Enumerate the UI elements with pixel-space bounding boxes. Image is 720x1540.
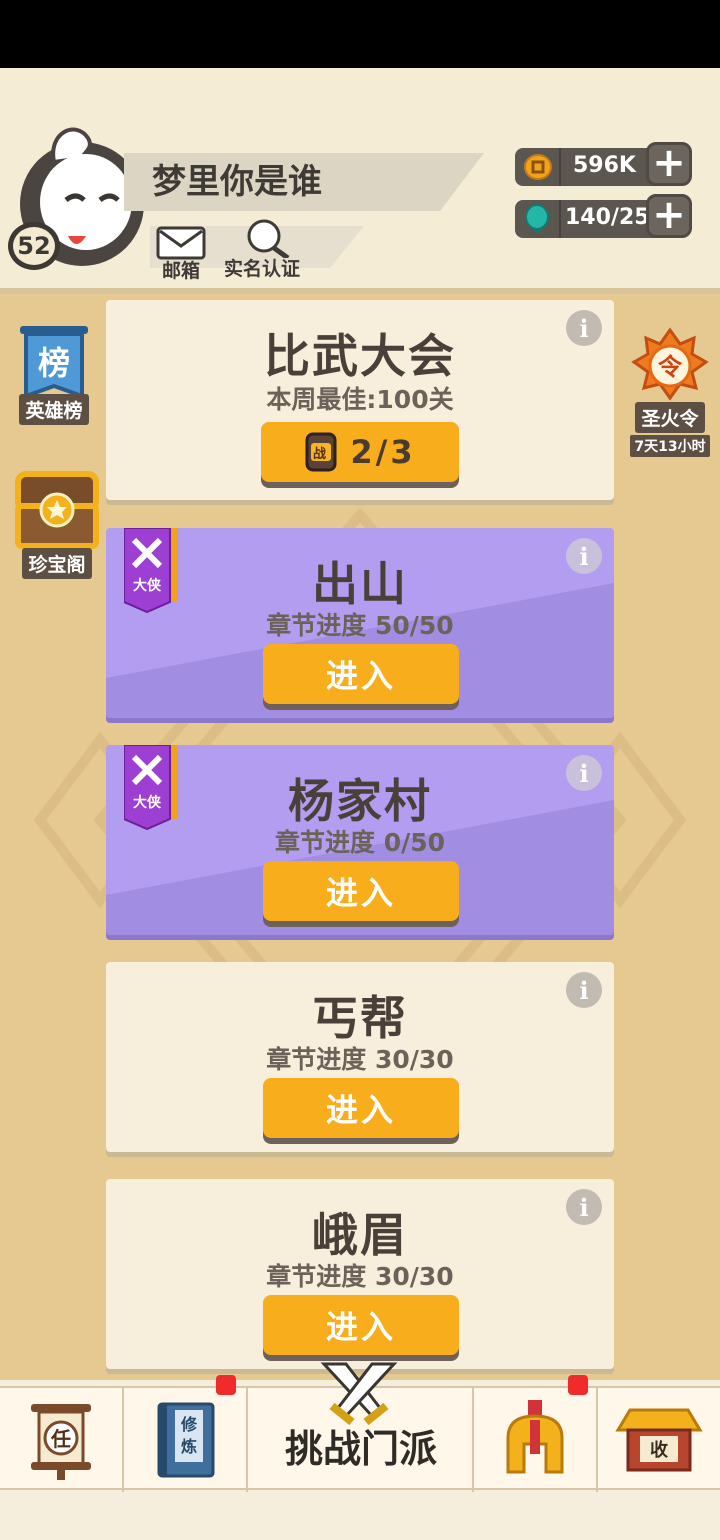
ticket-glyph: 战 xyxy=(313,446,329,462)
chapter-title: 出山 xyxy=(312,557,408,611)
add-gem-button[interactable]: + xyxy=(646,194,692,238)
chapter-title: 杨家村 xyxy=(288,774,432,828)
enter-button[interactable]: 进入 xyxy=(263,1295,459,1355)
hero-ranking-button[interactable]: 榜 英雄榜 xyxy=(16,326,92,425)
chapter-card[interactable]: i 峨眉 章节进度 30/30 进入 xyxy=(106,1179,614,1369)
mail-button[interactable]: 邮箱 xyxy=(156,226,206,283)
level-badge: 52 xyxy=(8,222,60,270)
mail-label: 邮箱 xyxy=(161,260,200,282)
enter-button[interactable]: 进入 xyxy=(263,1078,459,1138)
notification-dot xyxy=(568,1375,588,1395)
coin-bar: 596K xyxy=(515,148,665,186)
treasure-pavilion-label: 珍宝阁 xyxy=(22,548,92,579)
tasks-glyph: 任 xyxy=(50,1427,71,1451)
chapter-progress: 章节进度 0/50 xyxy=(274,828,446,857)
collection-glyph: 收 xyxy=(650,1439,668,1461)
nav-tasks[interactable]: 任 xyxy=(0,1388,124,1492)
tournament-card[interactable]: i 比武大会 本周最佳:100关 战 2/3 xyxy=(106,300,614,500)
nav-training[interactable]: 修 炼 xyxy=(124,1388,248,1492)
mail-icon xyxy=(156,226,206,260)
helmet-icon xyxy=(506,1400,564,1474)
sacred-flame-timer: 7天13小时 xyxy=(630,435,710,457)
notification-dot xyxy=(216,1375,236,1395)
chapter-card[interactable]: 大侠 i 杨家村 章节进度 0/50 进入 xyxy=(106,745,614,935)
status-bar xyxy=(0,0,720,68)
tournament-attempts-button[interactable]: 战 2/3 xyxy=(261,422,459,482)
chapter-card[interactable]: i 丐帮 章节进度 30/30 进入 xyxy=(106,962,614,1152)
flame-token-icon: 令 xyxy=(631,327,709,401)
gem-icon xyxy=(525,204,549,234)
hero-ranking-label: 英雄榜 xyxy=(19,394,89,425)
training-book-icon: 修 炼 xyxy=(157,1402,215,1478)
chapter-progress: 章节进度 30/30 xyxy=(266,1045,454,1074)
player-name: 梦里你是谁 xyxy=(152,162,322,202)
coin-icon xyxy=(524,154,552,180)
token-glyph: 令 xyxy=(658,353,683,381)
pavilion-shop-icon: 收 xyxy=(615,1408,703,1472)
nav-equipment[interactable] xyxy=(474,1388,598,1492)
magnifier-icon xyxy=(247,219,290,258)
training-glyph-2: 炼 xyxy=(181,1437,197,1456)
battle-ticket-icon: 战 xyxy=(305,432,337,472)
treasure-chest-icon xyxy=(15,471,99,549)
add-coin-button[interactable]: + xyxy=(646,142,692,186)
plus-icon: + xyxy=(652,139,686,186)
ranking-glyph: 榜 xyxy=(38,344,70,382)
chapter-card[interactable]: 大侠 i 出山 章节进度 50/50 进入 xyxy=(106,528,614,718)
training-glyph: 修 xyxy=(180,1415,198,1434)
coin-value: 596K xyxy=(573,153,636,178)
level-value: 52 xyxy=(17,232,51,260)
verify-label: 实名认证 xyxy=(224,258,301,280)
ranking-banner-icon: 榜 xyxy=(20,326,88,399)
tournament-best: 本周最佳:100关 xyxy=(266,385,454,414)
chapter-title: 丐帮 xyxy=(312,991,408,1045)
enter-button[interactable]: 进入 xyxy=(263,644,459,704)
plus-icon: + xyxy=(652,191,686,238)
chapter-progress: 章节进度 50/50 xyxy=(266,611,454,640)
treasure-pavilion-button[interactable]: 珍宝阁 xyxy=(14,470,100,579)
sacred-flame-token-button[interactable]: 令 圣火令 7天13小时 xyxy=(630,326,710,457)
attempts-value: 2/3 xyxy=(350,433,416,471)
chapter-title: 峨眉 xyxy=(312,1208,408,1262)
enter-button[interactable]: 进入 xyxy=(263,861,459,921)
challenge-sect-label: 挑战门派 xyxy=(284,1427,437,1471)
tournament-title: 比武大会 xyxy=(264,329,456,383)
gem-bar: 140/25 xyxy=(515,200,665,238)
chapter-progress: 章节进度 30/30 xyxy=(266,1262,454,1291)
task-scroll-icon: 任 xyxy=(31,1404,91,1480)
gem-value: 140/25 xyxy=(565,205,650,230)
sacred-flame-label: 圣火令 xyxy=(635,402,705,433)
nav-collection[interactable]: 收 xyxy=(598,1388,720,1492)
real-name-verify-button[interactable]: 实名认证 xyxy=(224,218,300,281)
